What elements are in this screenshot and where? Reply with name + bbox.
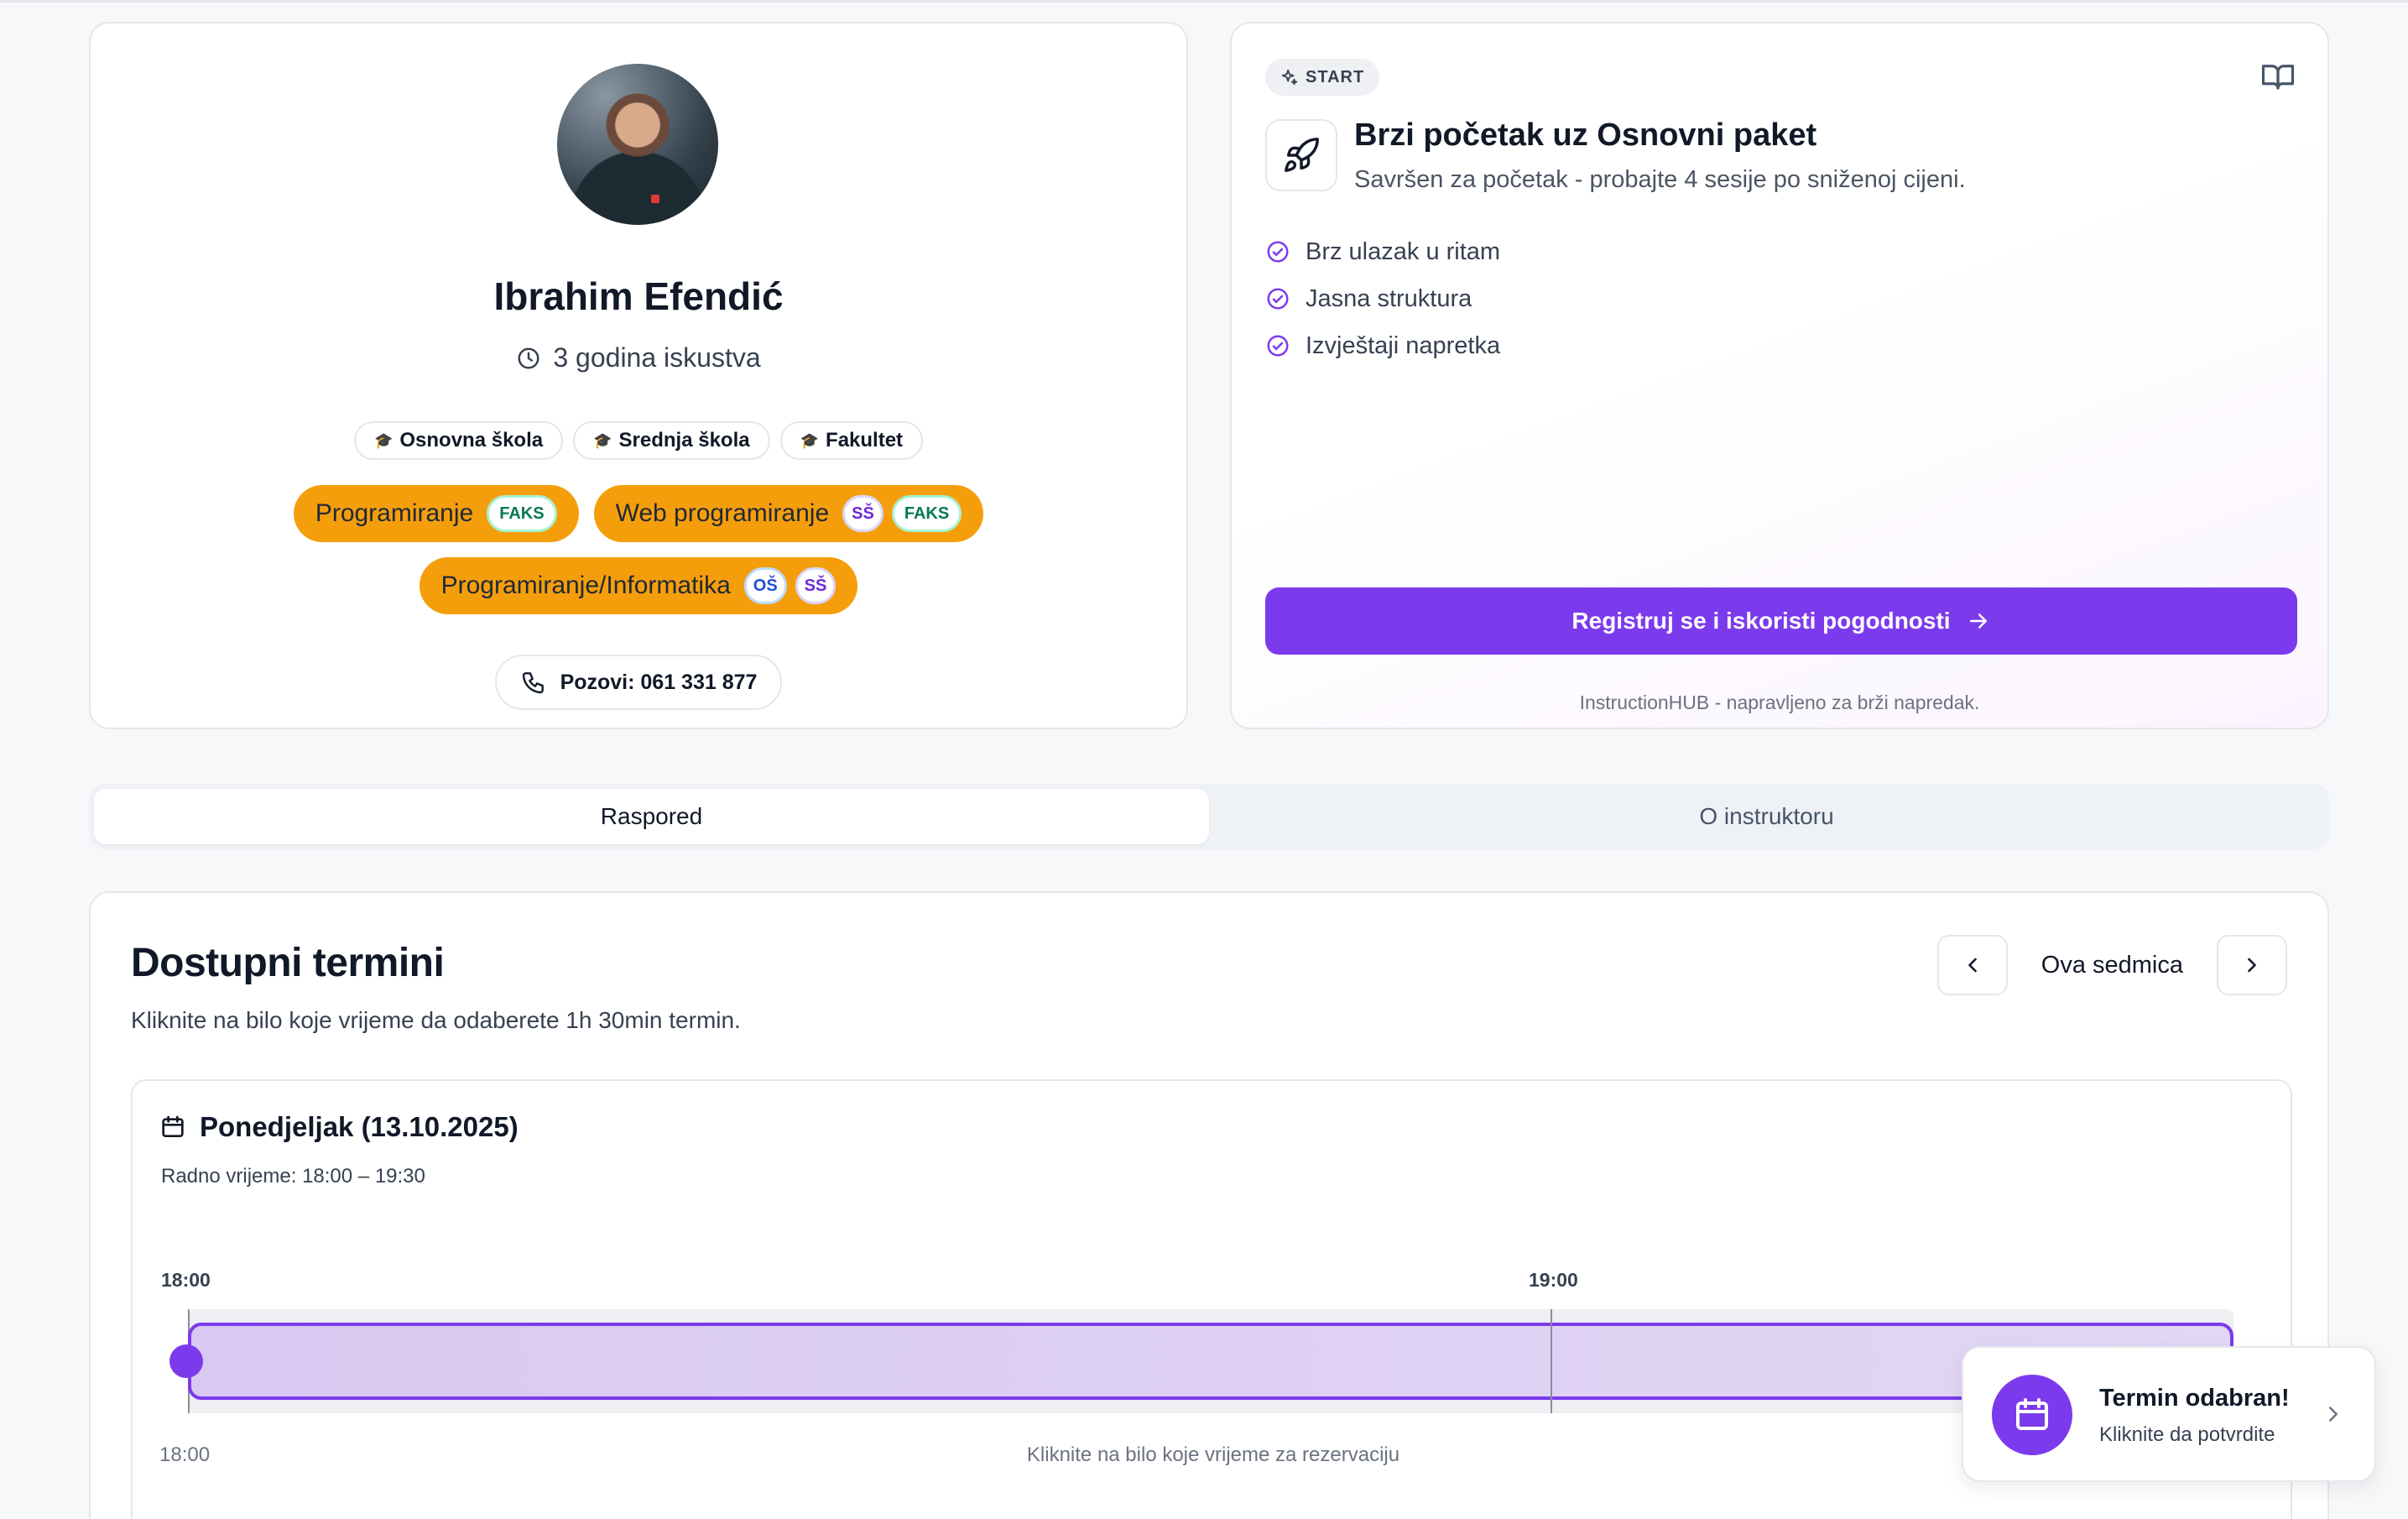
week-navigation: Ova sedmica [1936, 935, 2287, 995]
check-circle-icon [1267, 288, 1289, 310]
toast-title: Termin odabran! [2099, 1385, 2290, 1412]
level-chip-fakultet: 🎓 Fakultet [779, 421, 924, 460]
list-item: Jasna struktura [1265, 275, 1500, 322]
book-open-icon[interactable] [2260, 59, 2296, 98]
graduation-cap-icon: 🎓 [800, 431, 820, 449]
rocket-icon [1285, 138, 1319, 172]
start-badge: START [1265, 59, 1380, 96]
promo-title: Brzi početak uz Osnovni paket [1354, 117, 1817, 153]
graduation-cap-icon: 🎓 [373, 431, 394, 449]
list-item: Izvještaji napretka [1265, 322, 1500, 369]
subjects-row: Programiranje/Informatika OŠ SŠ [91, 557, 1186, 614]
tab-o-instruktoru[interactable]: O instruktoru [1209, 789, 2324, 844]
tab-bar: Raspored O instruktoru [89, 784, 2329, 849]
chevron-left-icon [1968, 958, 1977, 973]
calendar-icon [1992, 1375, 2072, 1455]
level-chip-osnovna: 🎓 Osnovna škola [353, 421, 564, 460]
instructor-profile-card: Ibrahim Efendić 3 godina iskustva 🎓 Osnov… [89, 22, 1188, 729]
slot-start-handle[interactable] [169, 1344, 203, 1378]
level-tag-os: OŠ [743, 567, 787, 604]
education-levels: 🎓 Osnovna škola 🎓 Srednja škola 🎓 Fakultet [91, 421, 1186, 460]
check-circle-icon [1267, 335, 1289, 357]
top-border [0, 0, 2408, 3]
subject-chip-web-programiranje: Web programiranje SŠ FAKS [593, 485, 984, 542]
experience-line: 3 godina iskustva [91, 342, 1186, 373]
schedule-title: Dostupni termini [131, 941, 445, 985]
calendar-icon [162, 1115, 184, 1137]
check-circle-icon [1267, 241, 1289, 263]
rocket-icon-box [1265, 119, 1337, 191]
phone-icon [522, 672, 544, 694]
next-week-button[interactable] [2217, 935, 2287, 995]
tab-raspored[interactable]: Raspored [94, 789, 1209, 844]
promo-footer-note: InstructionHUB - napravljeno za brži nap… [1579, 692, 1980, 713]
level-chip-srednja: 🎓 Srednja škola [573, 421, 770, 460]
time-mark: 18:00 [161, 1269, 211, 1291]
previous-week-button[interactable] [1936, 935, 2008, 995]
arrow-right-icon [1969, 613, 1987, 629]
sparkles-icon [1281, 69, 1298, 86]
timeline-track[interactable] [169, 1309, 2233, 1413]
benefits-list: Brz ulazak u ritam Jasna struktura Izvje… [1265, 228, 1500, 369]
subject-chip-programiranje: Programiranje FAKS [293, 485, 579, 542]
call-label: Pozovi: 061 331 877 [560, 670, 758, 694]
avatar [557, 64, 718, 225]
time-mark: 19:00 [1529, 1269, 1578, 1291]
schedule-subtitle: Kliknite na bilo koje vrijeme da odabere… [131, 1007, 741, 1033]
level-tag-faks: FAKS [487, 495, 557, 532]
slot-selected-toast[interactable]: Termin odabran! Kliknite da potvrdite [1962, 1346, 2376, 1482]
register-cta-button[interactable]: Registruj se i iskoristi pogodnosti [1265, 587, 2297, 655]
day-title: Ponedjeljak (13.10.2025) [159, 1111, 519, 1143]
work-hours: Radno vrijeme: 18:00 – 19:30 [161, 1165, 425, 1188]
level-tag-ss: SŠ [842, 495, 883, 532]
call-button[interactable]: Pozovi: 061 331 877 [495, 655, 782, 710]
subject-chip-programiranje-informatika: Programiranje/Informatika OŠ SŠ [419, 557, 858, 614]
clock-icon [518, 347, 539, 368]
selected-slot[interactable] [188, 1323, 2233, 1400]
subjects-row: Programiranje FAKS Web programiranje SŠ … [91, 485, 1186, 542]
chevron-right-icon [2248, 958, 2256, 973]
level-tag-ss: SŠ [795, 567, 837, 604]
experience-text: 3 godina iskustva [553, 342, 761, 373]
promo-card: START Brzi početak uz Osnovni paket Savr… [1230, 22, 2329, 729]
timeline-gridline [1551, 1309, 1552, 1413]
level-tag-faks: FAKS [891, 495, 962, 532]
list-item: Brz ulazak u ritam [1265, 228, 1500, 275]
week-label: Ova sedmica [2041, 951, 2183, 979]
instructor-name: Ibrahim Efendić [493, 274, 784, 318]
graduation-cap-icon: 🎓 [593, 431, 612, 449]
promo-subtitle: Savršen za početak - probajte 4 sesije p… [1354, 166, 1966, 193]
toast-subtitle: Kliknite da potvrdite [2099, 1423, 2275, 1446]
chevron-right-icon [2321, 1402, 2346, 1431]
